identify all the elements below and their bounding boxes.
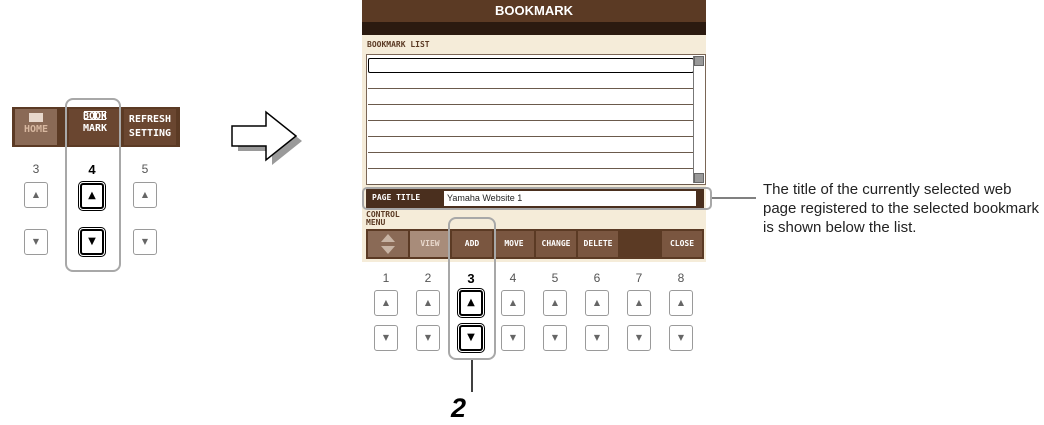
callout-text: The title of the currently selected web …: [763, 181, 1039, 236]
step-number: 2: [451, 393, 467, 423]
